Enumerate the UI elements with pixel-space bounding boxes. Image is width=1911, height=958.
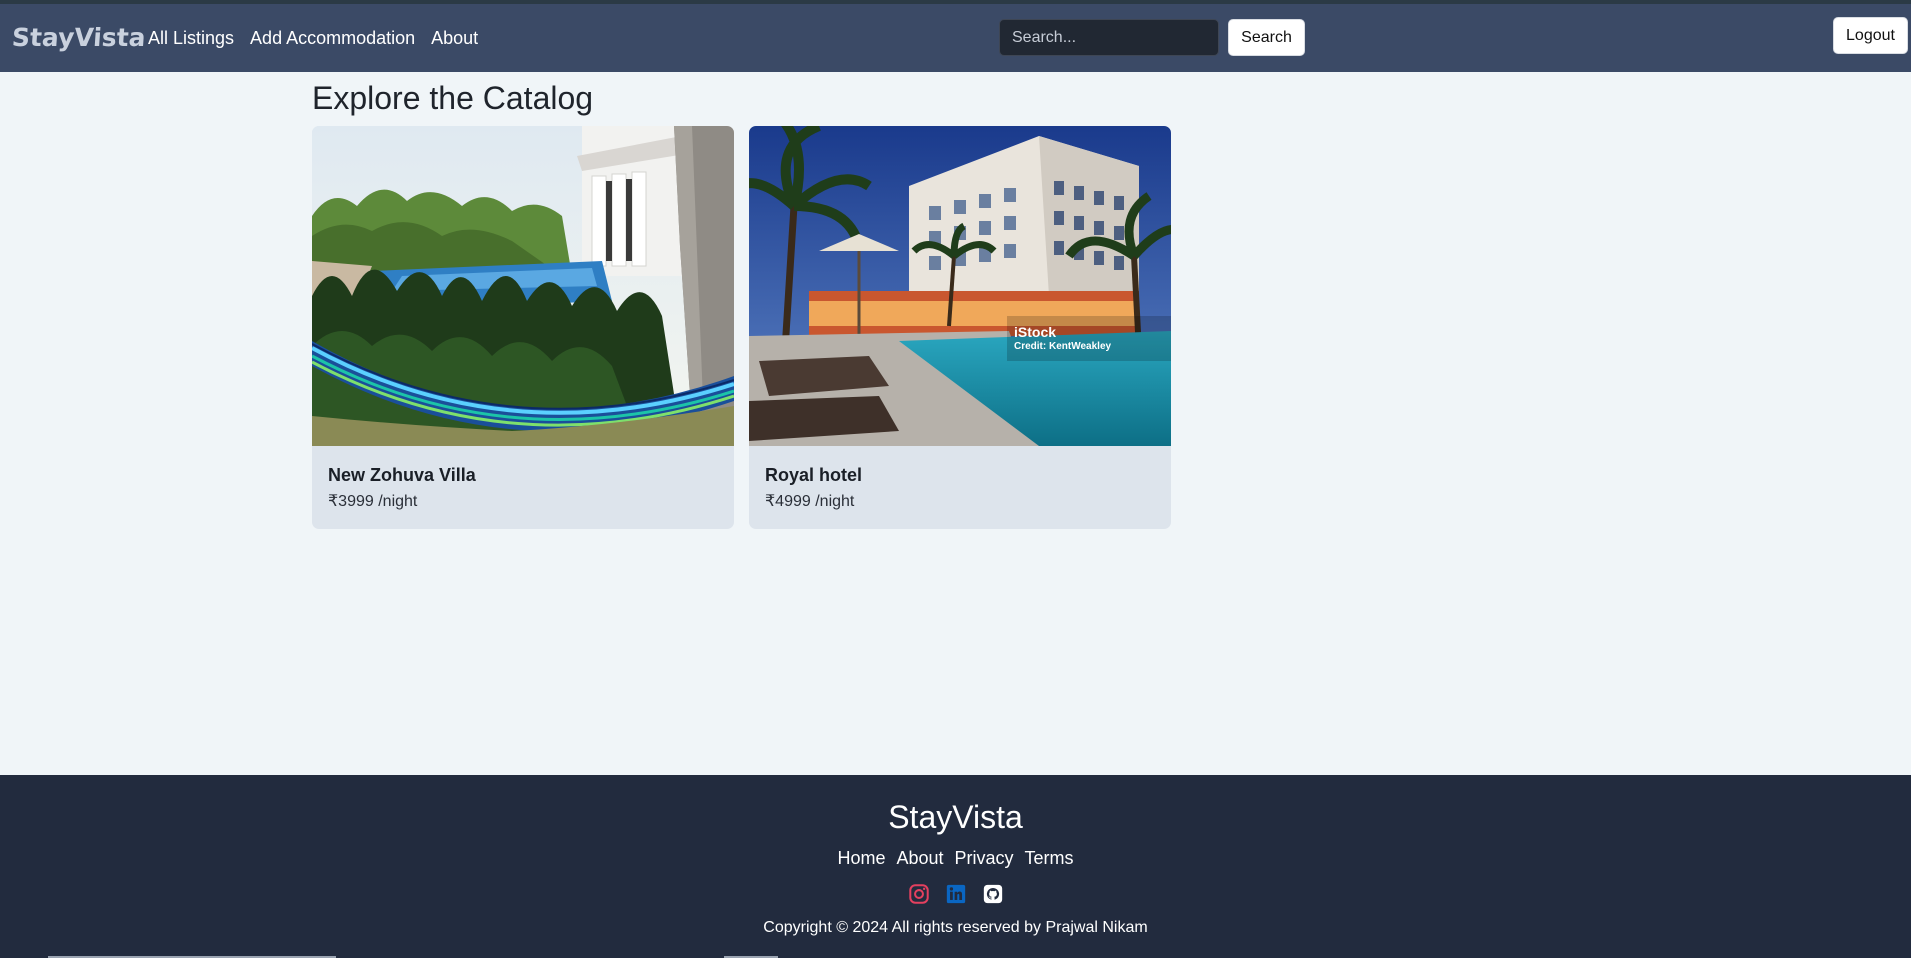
footer-brand: StayVista <box>888 799 1023 835</box>
footer-link-terms[interactable]: Terms <box>1025 848 1074 869</box>
watermark-credit: Credit: KentWeakley <box>1014 341 1112 352</box>
logout-button[interactable]: Logout <box>1833 17 1908 54</box>
footer: StayVista Home About Privacy Terms Copyr… <box>0 775 1911 958</box>
page-title: Explore the Catalog <box>312 80 594 116</box>
listing-card[interactable]: New Zohuva Villa ₹3999 /night <box>312 126 734 529</box>
social-links <box>0 883 1911 905</box>
navbar: StayVista All Listings Add Accommodation… <box>0 0 1911 72</box>
nav-link-add-accommodation[interactable]: Add Accommodation <box>250 28 415 49</box>
linkedin-icon[interactable] <box>945 883 967 905</box>
search-button[interactable]: Search <box>1228 19 1305 56</box>
listing-image[interactable] <box>312 126 734 446</box>
watermark-brand: iStock <box>1014 324 1057 340</box>
image-watermark: iStock Credit: KentWeakley <box>1014 324 1111 352</box>
listing-title: New Zohuva Villa <box>328 465 476 485</box>
footer-links: Home About Privacy Terms <box>0 848 1911 869</box>
listing-card[interactable]: iStock Credit: KentWeakley Royal hotel ₹… <box>749 126 1171 529</box>
footer-link-home[interactable]: Home <box>837 848 885 869</box>
footer-link-privacy[interactable]: Privacy <box>955 848 1014 869</box>
github-icon[interactable] <box>982 883 1004 905</box>
listing-price: ₹3999 /night <box>328 493 418 510</box>
copyright-text: Copyright © 2024 All rights reserved by … <box>763 919 1148 936</box>
instagram-icon[interactable] <box>908 883 930 905</box>
brand-logo[interactable]: StayVista <box>11 23 147 52</box>
listing-image[interactable]: iStock Credit: KentWeakley <box>749 126 1171 446</box>
nav-links: All Listings Add Accommodation About <box>148 28 478 49</box>
footer-link-about[interactable]: About <box>896 848 943 869</box>
nav-link-about[interactable]: About <box>431 28 478 49</box>
listing-price: ₹4999 /night <box>765 493 855 510</box>
listing-title: Royal hotel <box>765 465 863 485</box>
search-input[interactable] <box>999 19 1219 56</box>
nav-link-all-listings[interactable]: All Listings <box>148 28 234 49</box>
